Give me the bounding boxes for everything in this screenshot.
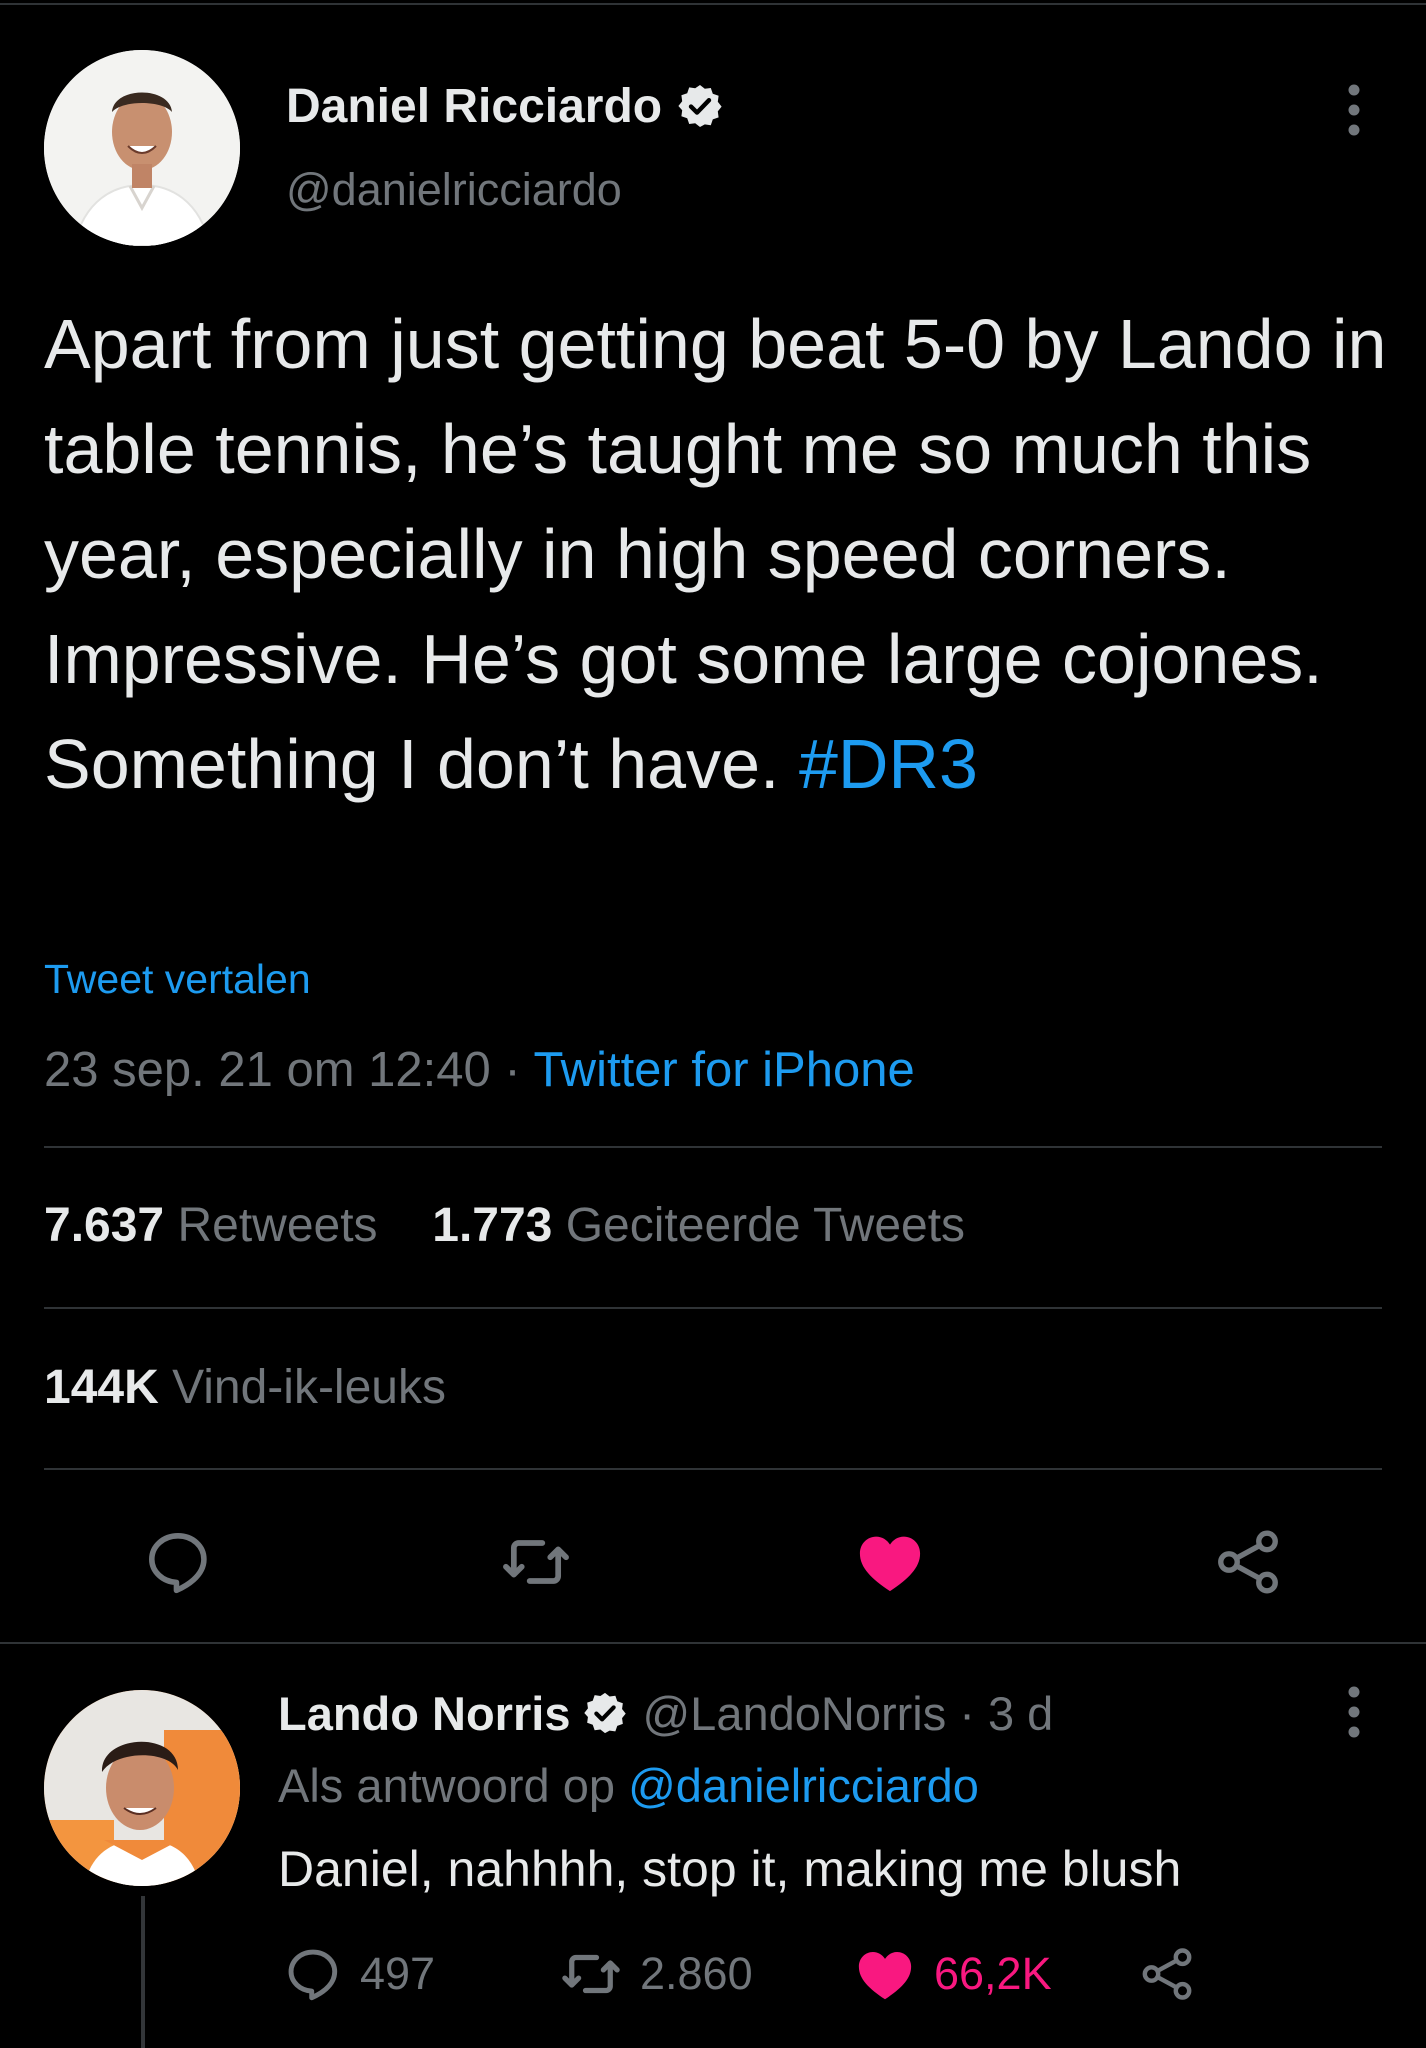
reply-like-button[interactable]: 66,2K bbox=[852, 1940, 1052, 2008]
tweet-text: Apart from just getting beat 5-0 by Land… bbox=[44, 292, 1404, 817]
replying-to-mention[interactable]: @danielricciardo bbox=[628, 1759, 979, 1812]
author-avatar[interactable] bbox=[44, 50, 240, 246]
divider bbox=[44, 1146, 1382, 1148]
verified-badge-icon bbox=[676, 82, 724, 130]
reply-header: Lando Norris @LandoNorris · 3 d bbox=[278, 1682, 1053, 1744]
replying-to: Als antwoord op @danielricciardo bbox=[278, 1758, 979, 1813]
share-button[interactable] bbox=[1208, 1522, 1288, 1602]
retweets-count: 7.637 bbox=[44, 1199, 165, 1252]
engagement-stats: 7.637 Retweets 1.773 Geciteerde Tweets bbox=[44, 1198, 965, 1253]
divider bbox=[44, 1307, 1382, 1309]
reply-button[interactable] bbox=[138, 1522, 218, 1602]
meta-separator: · bbox=[490, 1043, 534, 1097]
quotes-count: 1.773 bbox=[432, 1199, 553, 1252]
reply-reply-count: 497 bbox=[360, 1948, 436, 1999]
verified-badge-icon bbox=[582, 1690, 628, 1736]
hashtag-link[interactable]: #DR3 bbox=[799, 725, 978, 803]
reply-handle-time[interactable]: @LandoNorris · 3 d bbox=[642, 1686, 1053, 1741]
retweet-icon bbox=[503, 1540, 569, 1584]
top-divider bbox=[0, 3, 1426, 5]
reply-like-count: 66,2K bbox=[934, 1948, 1052, 1999]
divider bbox=[0, 1642, 1426, 1644]
likes-label: Vind-ik-leuks bbox=[172, 1361, 446, 1414]
share-icon bbox=[1142, 1948, 1192, 2000]
retweet-button[interactable] bbox=[496, 1522, 576, 1602]
tweet-timestamp[interactable]: 23 sep. 21 om 12:40 bbox=[44, 1043, 491, 1097]
heart-icon bbox=[858, 1952, 912, 2000]
reply-text: Daniel, nahhhh, stop it, making me blush bbox=[278, 1841, 1182, 1897]
tweet-source-link[interactable]: Twitter for iPhone bbox=[533, 1043, 914, 1097]
translate-tweet-link[interactable]: Tweet vertalen bbox=[44, 956, 311, 1003]
retweets-stat[interactable]: 7.637 Retweets bbox=[44, 1199, 378, 1252]
likes-stat[interactable]: 144K Vind-ik-leuks bbox=[44, 1360, 446, 1415]
like-button[interactable] bbox=[850, 1522, 930, 1602]
quotes-stat[interactable]: 1.773 Geciteerde Tweets bbox=[432, 1199, 965, 1252]
reply-author-name[interactable]: Lando Norris bbox=[278, 1686, 570, 1741]
tweet-text-body: Apart from just getting beat 5-0 by Land… bbox=[44, 305, 1387, 803]
reply-icon bbox=[149, 1533, 207, 1594]
divider bbox=[44, 1468, 1382, 1470]
reply-icon bbox=[288, 1949, 338, 2001]
likes-count: 144K bbox=[44, 1361, 159, 1414]
reply-more-options-icon[interactable] bbox=[1336, 1682, 1372, 1742]
reply-author-avatar[interactable] bbox=[44, 1690, 240, 1886]
reply-retweet-count: 2.860 bbox=[640, 1948, 753, 1999]
more-options-icon[interactable] bbox=[1336, 80, 1372, 140]
thread-connector-line bbox=[141, 1896, 145, 2048]
author-row: Daniel Ricciardo bbox=[286, 76, 724, 136]
reply-share-button[interactable] bbox=[1136, 1940, 1198, 2008]
quotes-label: Geciteerde Tweets bbox=[565, 1199, 966, 1252]
retweet-icon bbox=[562, 1954, 620, 1994]
author-handle[interactable]: @danielricciardo bbox=[286, 164, 622, 216]
tweet-meta: 23 sep. 21 om 12:40 · Twitter for iPhone bbox=[44, 1042, 915, 1098]
retweets-label: Retweets bbox=[177, 1199, 378, 1252]
author-name[interactable]: Daniel Ricciardo bbox=[286, 79, 662, 134]
heart-icon bbox=[859, 1536, 921, 1592]
reply-retweet-button[interactable]: 2.860 bbox=[558, 1940, 753, 2008]
replying-to-label: Als antwoord op bbox=[278, 1759, 629, 1812]
share-icon bbox=[1218, 1530, 1278, 1594]
tweet-detail-page: Daniel Ricciardo @danielricciardo Apart … bbox=[0, 0, 1426, 2048]
reply-reply-button[interactable]: 497 bbox=[282, 1940, 435, 2008]
